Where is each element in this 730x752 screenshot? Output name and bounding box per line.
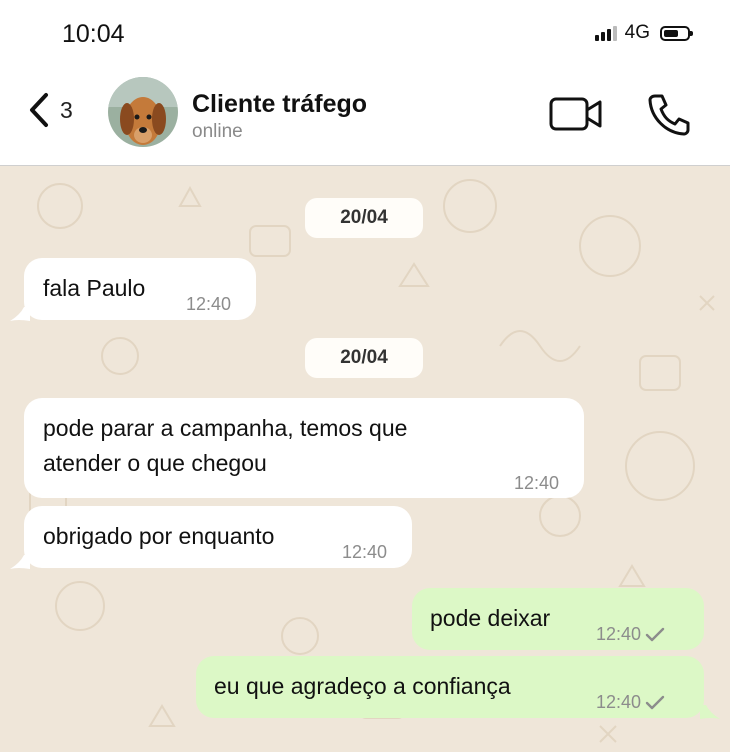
message-meta: 12:40 <box>596 618 665 651</box>
back-chevron-icon <box>30 93 48 127</box>
message-text: obrigado por enquanto <box>43 523 275 549</box>
unread-count: 3 <box>60 96 73 123</box>
date-separator: 20/04 <box>305 198 423 238</box>
message-time: 12:40 <box>186 294 232 314</box>
message-text: eu que agradeço a confiança <box>214 673 511 699</box>
contact-status: online <box>192 121 243 142</box>
chat-header: 3 Cliente tráfego online <box>0 66 730 166</box>
message-text: fala Paulo <box>43 275 146 301</box>
message-time: 12:40 <box>596 692 642 712</box>
video-call-button[interactable] <box>548 96 604 132</box>
message-bubble-incoming[interactable]: pode parar a campanha, temos que atender… <box>24 398 584 498</box>
message-time: 12:40 <box>342 542 388 562</box>
back-button[interactable]: 3 <box>28 92 73 128</box>
message-meta: 12:40 <box>596 686 665 719</box>
message-text-line: atender o que chegou <box>43 450 267 476</box>
message-bubble-incoming[interactable]: fala Paulo 12:40 <box>24 258 256 320</box>
message-text-line: pode parar a campanha, temos que <box>43 415 408 441</box>
phone-call-icon <box>648 94 690 136</box>
message-text: pode deixar <box>430 605 551 631</box>
contact-name: Cliente tráfego <box>192 90 368 118</box>
status-bar: 10:04 4G <box>0 0 730 66</box>
message-bubble-outgoing[interactable]: eu que agradeço a confiança 12:40 <box>196 656 704 718</box>
avatar[interactable] <box>108 77 178 147</box>
chat-area[interactable]: 20/04 20/04 fala Paulo 12:40 pode parar … <box>0 166 730 752</box>
contact-info[interactable]: Cliente tráfego online <box>192 90 367 143</box>
message-time: 12:40 <box>596 624 642 644</box>
message-time: 12:40 <box>514 473 560 493</box>
signal-icon <box>594 25 617 41</box>
single-check-icon <box>645 627 665 641</box>
network-type: 4G <box>624 22 650 43</box>
message-bubble-outgoing[interactable]: pode deixar 12:40 <box>412 588 704 650</box>
bubble-tail <box>10 555 30 569</box>
video-call-icon <box>549 97 602 131</box>
single-check-icon <box>645 695 665 709</box>
message-bubble-incoming[interactable]: obrigado por enquanto 12:40 <box>24 506 412 568</box>
dog-avatar-image <box>108 77 178 147</box>
date-separator: 20/04 <box>305 338 423 378</box>
bubble-tail <box>10 307 30 321</box>
clock-time: 10:04 <box>62 20 125 48</box>
bubble-tail <box>700 705 720 719</box>
status-indicators: 4G <box>594 22 693 44</box>
battery-icon <box>660 25 693 41</box>
phone-call-button[interactable] <box>646 92 692 136</box>
